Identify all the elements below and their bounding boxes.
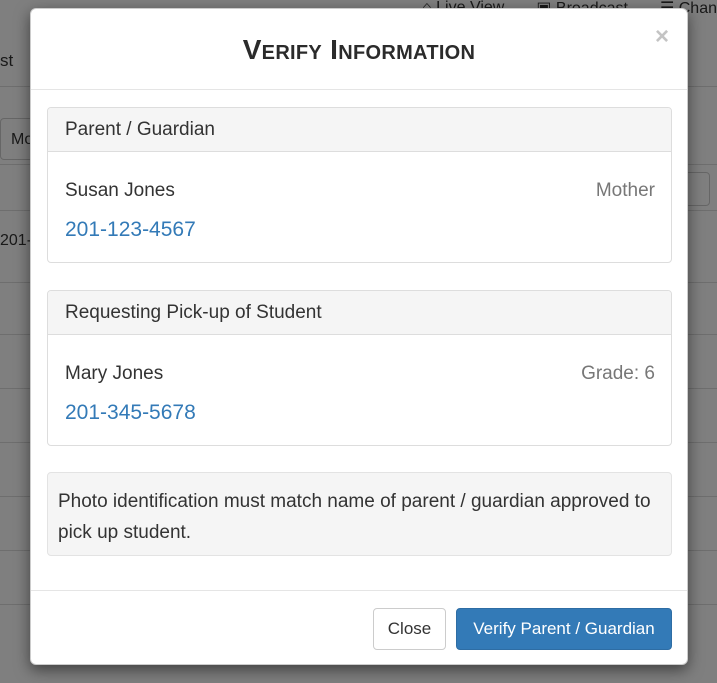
modal-footer: Close Verify Parent / Guardian	[31, 590, 687, 665]
guardian-relation: Mother	[595, 180, 655, 201]
student-name: Mary Jones	[65, 363, 164, 384]
student-phone-link[interactable]: 201-345-5678	[65, 401, 196, 425]
guardian-panel-heading: Parent / Guardian	[48, 108, 671, 152]
close-icon[interactable]: ×	[655, 25, 669, 49]
guardian-name: Susan Jones	[65, 180, 175, 201]
verify-information-modal: Verify Information × Parent / Guardian S…	[30, 8, 688, 665]
student-panel-body: Mary Jones Grade: 6 201-345-5678	[48, 335, 671, 445]
guardian-panel: Parent / Guardian Susan Jones Mother 201…	[47, 107, 672, 263]
photo-id-notice: Photo identification must match name of …	[47, 472, 672, 556]
guardian-panel-body: Susan Jones Mother 201-123-4567	[48, 152, 671, 262]
modal-title: Verify Information	[242, 34, 476, 65]
student-panel: Requesting Pick-up of Student Mary Jones…	[47, 290, 672, 446]
close-button[interactable]: Close	[373, 608, 446, 650]
verify-guardian-button[interactable]: Verify Parent / Guardian	[456, 608, 672, 650]
student-grade: Grade: 6	[581, 363, 655, 384]
modal-header: Verify Information ×	[31, 9, 687, 90]
guardian-phone-link[interactable]: 201-123-4567	[65, 218, 196, 242]
student-panel-heading: Requesting Pick-up of Student	[48, 291, 671, 335]
